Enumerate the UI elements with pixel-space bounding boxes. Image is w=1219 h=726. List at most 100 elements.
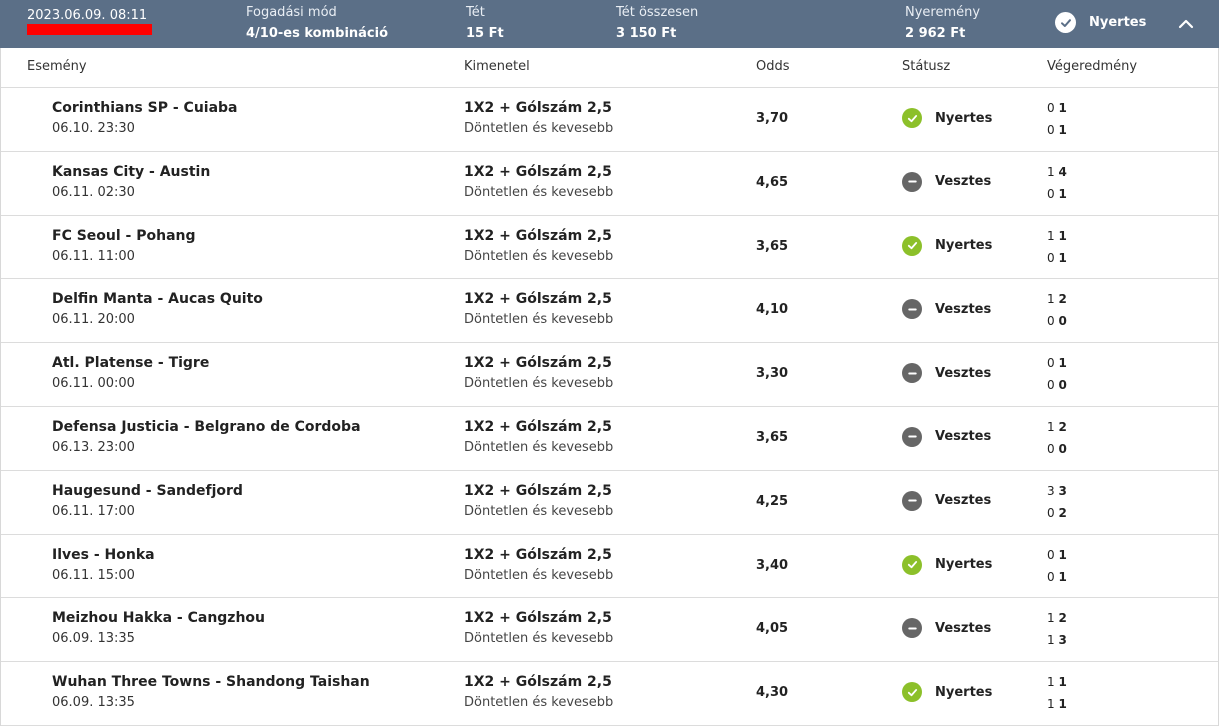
score-home: 0 bbox=[1047, 186, 1055, 201]
status-label: Nyertes bbox=[935, 557, 993, 573]
col-status: Státusz bbox=[902, 59, 951, 74]
winnings-label: Nyeremény bbox=[905, 5, 981, 20]
winnings-block: Nyeremény 2 962 Ft bbox=[905, 4, 980, 43]
table-row: Wuhan Three Towns - Shandong Taishan 06.0… bbox=[1, 662, 1218, 726]
stake-value: 15 Ft bbox=[466, 26, 504, 41]
status-label: Vesztes bbox=[935, 365, 992, 381]
bet-slip-header[interactable]: 2023.06.09. 08:11 Fogadási mód 4/10-es k… bbox=[0, 0, 1219, 48]
odds-value: 4,25 bbox=[756, 493, 789, 509]
score-line-2: 0 1 bbox=[1047, 251, 1067, 265]
score-away: 1 bbox=[1058, 123, 1067, 137]
minus-icon bbox=[902, 426, 922, 447]
minus-icon bbox=[902, 363, 922, 384]
score-line-1: 1 1 bbox=[1047, 229, 1067, 243]
odds-value: 3,70 bbox=[756, 111, 789, 126]
score-line-2: 0 1 bbox=[1047, 123, 1067, 137]
score-line-1: 1 2 bbox=[1047, 611, 1067, 625]
score-home: 0 bbox=[1047, 569, 1055, 584]
score-away: 4 bbox=[1058, 164, 1067, 179]
score-line-1: 0 1 bbox=[1047, 548, 1067, 562]
score-away: 1 bbox=[1058, 697, 1067, 712]
score-line-1: 0 1 bbox=[1047, 356, 1067, 370]
odds-value: 3,30 bbox=[756, 366, 789, 382]
score-line-1: 1 2 bbox=[1047, 420, 1067, 434]
odds-value: 3,65 bbox=[756, 238, 789, 254]
check-icon bbox=[902, 108, 922, 128]
outcome-name: 1X2 + Gólszám 2,5 bbox=[464, 546, 612, 563]
bet-type-label: Fogadási mód bbox=[246, 5, 337, 20]
score-away: 1 bbox=[1058, 569, 1067, 584]
score-away: 0 bbox=[1058, 378, 1067, 393]
event-name: Kansas City - Austin bbox=[52, 163, 211, 180]
row-status: Nyertes bbox=[902, 235, 993, 256]
row-status: Vesztes bbox=[902, 299, 991, 320]
score-away: 0 bbox=[1058, 441, 1067, 456]
score-home: 0 bbox=[1047, 441, 1055, 456]
score-home: 1 bbox=[1047, 633, 1055, 648]
score-home: 0 bbox=[1047, 101, 1055, 115]
score-away: 1 bbox=[1058, 250, 1067, 265]
score-line-1: 3 3 bbox=[1047, 484, 1067, 498]
odds-value: 4,30 bbox=[756, 685, 789, 701]
collapse-button[interactable] bbox=[1172, 12, 1200, 36]
score-line-1: 1 1 bbox=[1047, 675, 1067, 689]
score-away: 3 bbox=[1058, 633, 1067, 648]
table-row: Corinthians SP - Cuiaba 06.10. 23:30 1X2 +… bbox=[1, 88, 1218, 152]
outcome-selection: Döntetlen és kevesebb bbox=[464, 567, 614, 583]
event-time: 06.11. 17:00 bbox=[52, 503, 135, 519]
row-status: Vesztes bbox=[902, 363, 992, 384]
status-label: Nyertes bbox=[935, 238, 993, 254]
score-home: 0 bbox=[1047, 547, 1055, 562]
score-home: 1 bbox=[1047, 164, 1055, 179]
outcome-selection: Döntetlen és kevesebb bbox=[464, 503, 614, 519]
outcome-name: 1X2 + Gólszám 2,5 bbox=[464, 610, 612, 627]
outcome-name: 1X2 + Gólszám 2,5 bbox=[464, 482, 612, 499]
odds-value: 4,10 bbox=[756, 302, 789, 318]
event-time: 06.11. 02:30 bbox=[52, 184, 135, 200]
score-away: 3 bbox=[1058, 483, 1067, 498]
minus-icon bbox=[902, 490, 922, 511]
outcome-name: 1X2 + Gólszám 2,5 bbox=[464, 291, 612, 308]
score-home: 0 bbox=[1047, 356, 1055, 371]
outcome-selection: Döntetlen és kevesebb bbox=[464, 695, 614, 711]
score-away: 1 bbox=[1058, 101, 1067, 115]
row-status: Vesztes bbox=[902, 618, 991, 639]
chevron-up-icon bbox=[1178, 19, 1194, 29]
outcome-selection: Döntetlen és kevesebb bbox=[464, 312, 614, 328]
table-row: Delfin Manta - Aucas Quito 06.11. 20:00 1X… bbox=[1, 279, 1218, 344]
row-status: Vesztes bbox=[902, 171, 991, 192]
score-home: 0 bbox=[1047, 314, 1055, 329]
bet-status-label: Nyertes bbox=[1089, 15, 1147, 30]
outcome-selection: Döntetlen és kevesebb bbox=[464, 439, 614, 455]
score-line-2: 1 1 bbox=[1047, 697, 1067, 711]
score-home: 0 bbox=[1047, 123, 1055, 137]
event-time: 06.13. 23:00 bbox=[52, 439, 135, 455]
odds-value: 3,40 bbox=[756, 557, 789, 573]
row-status: Nyertes bbox=[902, 108, 992, 128]
score-home: 3 bbox=[1047, 483, 1055, 498]
bet-date: 2023.06.09. 08:11 bbox=[27, 8, 148, 23]
outcome-name: 1X2 + Gólszám 2,5 bbox=[464, 100, 612, 116]
check-icon bbox=[902, 235, 922, 256]
col-outcome: Kimenetel bbox=[464, 59, 530, 74]
score-home: 1 bbox=[1047, 228, 1055, 243]
table-header: Esemény Kimenetel Odds Státusz Végeredmé… bbox=[1, 48, 1218, 88]
score-home: 0 bbox=[1047, 505, 1055, 520]
event-time: 06.11. 15:00 bbox=[52, 567, 135, 583]
outcome-selection: Döntetlen és kevesebb bbox=[464, 248, 614, 264]
table-row: Atl. Platense - Tigre 06.11. 00:00 1X2 + G… bbox=[1, 343, 1218, 407]
score-home: 1 bbox=[1047, 292, 1055, 307]
odds-value: 4,65 bbox=[756, 174, 789, 190]
minus-icon bbox=[902, 618, 922, 639]
score-away: 1 bbox=[1058, 356, 1067, 371]
event-name: Haugesund - Sandefjord bbox=[52, 482, 243, 499]
stake-label: Tét bbox=[466, 5, 485, 20]
event-name: Ilves - Honka bbox=[52, 546, 155, 563]
score-home: 1 bbox=[1047, 611, 1055, 626]
event-name: Wuhan Three Towns - Shandong Taishan bbox=[52, 674, 370, 691]
minus-icon bbox=[902, 299, 922, 320]
winnings-value: 2 962 Ft bbox=[905, 26, 966, 41]
event-time: 06.11. 20:00 bbox=[52, 312, 135, 328]
bet-type-block: Fogadási mód 4/10-es kombináció bbox=[246, 4, 388, 43]
outcome-name: 1X2 + Gólszám 2,5 bbox=[464, 674, 612, 691]
